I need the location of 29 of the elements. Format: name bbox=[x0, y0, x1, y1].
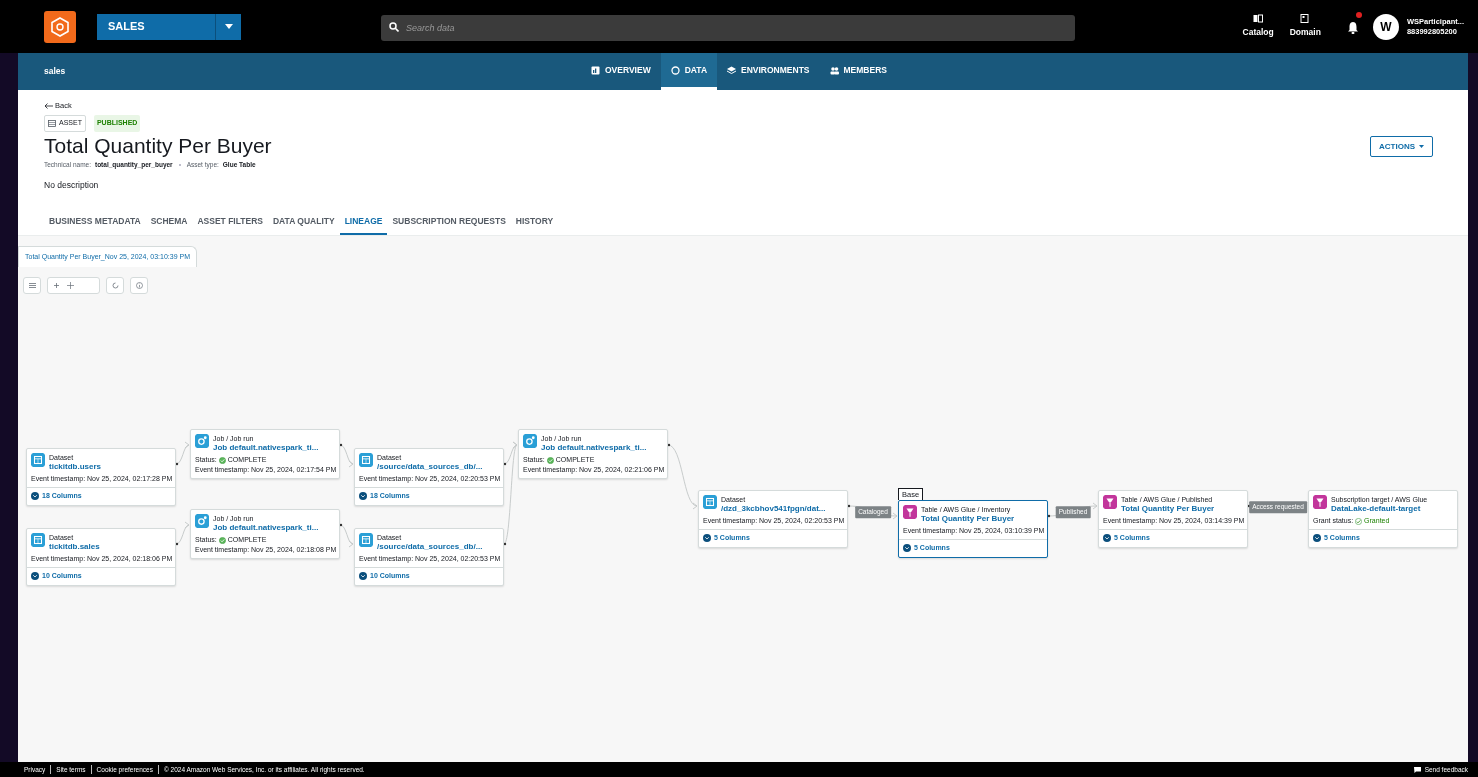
nav-tab[interactable]: MEMBERS bbox=[819, 53, 897, 90]
tab[interactable]: HISTORY bbox=[510, 211, 559, 235]
node-name[interactable]: /source/data_sources_db/... bbox=[377, 462, 483, 472]
node-name[interactable]: /source/data_sources_db/... bbox=[377, 542, 483, 552]
user-avatar[interactable]: W bbox=[1372, 13, 1399, 40]
domain-button[interactable]: Domain bbox=[1289, 14, 1321, 39]
tab[interactable]: ASSET FILTERS bbox=[192, 211, 268, 235]
node-name[interactable]: Job default.nativespark_ti... bbox=[541, 443, 647, 453]
node-name[interactable]: tickitdb.users bbox=[49, 462, 101, 472]
project-name: sales bbox=[44, 65, 66, 78]
actions-button[interactable]: ACTIONS bbox=[1370, 136, 1433, 157]
tab[interactable]: BUSINESS METADATA bbox=[44, 211, 146, 235]
node-name[interactable]: /dzd_3kcbhov541fpgn/dat... bbox=[721, 504, 826, 514]
node-name[interactable]: Total Quantity Per Buyer bbox=[921, 514, 1015, 524]
asset-title: Total Quantity Per Buyer bbox=[44, 133, 272, 158]
nav-tab[interactable]: ENVIRONMENTS bbox=[717, 53, 820, 90]
node-name[interactable]: DataLake-default-target bbox=[1331, 504, 1421, 514]
tab[interactable]: SCHEMA bbox=[145, 211, 193, 235]
tab[interactable]: DATA QUALITY bbox=[267, 211, 340, 235]
search-field[interactable]: Search data bbox=[381, 14, 1075, 41]
node-name[interactable]: tickitdb.sales bbox=[49, 542, 100, 552]
node-name[interactable]: Job default.nativespark_ti... bbox=[213, 523, 319, 533]
nav-tab[interactable]: DATA bbox=[660, 53, 718, 90]
tab[interactable]: SUBSCRIPTION REQUESTS bbox=[387, 211, 511, 235]
node-name[interactable]: Job default.nativespark_ti... bbox=[213, 443, 319, 453]
nav-tab[interactable]: OVERVIEW bbox=[581, 53, 661, 90]
catalog-button[interactable]: Catalog bbox=[1242, 14, 1274, 39]
node-name[interactable]: Total Quantity Per Buyer bbox=[1121, 504, 1215, 514]
description: No description bbox=[44, 178, 100, 192]
